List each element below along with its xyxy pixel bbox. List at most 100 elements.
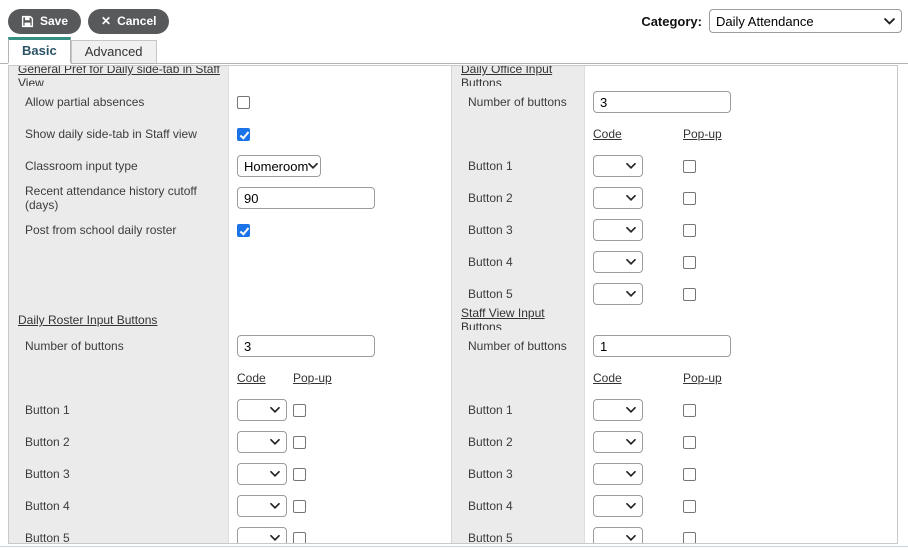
daily-roster-column-headers: Code Pop-up bbox=[9, 362, 451, 394]
daily-office-section-header: Daily Office Input Buttons bbox=[452, 66, 897, 90]
daily-office-button3-popup-checkbox[interactable] bbox=[683, 223, 696, 237]
daily-office-button4-code-select[interactable] bbox=[593, 251, 643, 273]
daily-roster-number-input[interactable] bbox=[237, 335, 375, 357]
daily-office-number-row: Number of buttons bbox=[452, 86, 897, 118]
daily-office-button2-code-select[interactable] bbox=[593, 187, 643, 209]
chevron-down-icon bbox=[270, 407, 280, 413]
daily-roster-button3-popup-checkbox[interactable] bbox=[293, 467, 306, 481]
spacer-row bbox=[9, 246, 451, 310]
chevron-down-icon bbox=[626, 503, 636, 509]
code-column-header: Code bbox=[237, 371, 266, 385]
daily-office-button5-code-select[interactable] bbox=[593, 283, 643, 305]
daily-office-button-row: Button 1 bbox=[452, 150, 897, 182]
daily-roster-section-header: Daily Roster Input Buttons bbox=[9, 310, 451, 330]
staff-view-button4-code-select[interactable] bbox=[593, 495, 643, 517]
staff-view-button1-code-select[interactable] bbox=[593, 399, 643, 421]
daily-office-button2-popup-checkbox[interactable] bbox=[683, 191, 696, 205]
left-column: General Pref for Daily side-tab in Staff… bbox=[9, 66, 452, 543]
chevron-down-icon bbox=[626, 259, 636, 265]
staff-view-button2-popup-checkbox[interactable] bbox=[683, 435, 696, 449]
daily-roster-button1-popup-checkbox[interactable] bbox=[293, 403, 306, 417]
staff-view-button-row: Button 4 bbox=[452, 490, 897, 522]
chevron-down-icon bbox=[626, 439, 636, 445]
tab-bar: Basic Advanced bbox=[0, 37, 908, 64]
daily-office-button4-popup-checkbox[interactable] bbox=[683, 255, 696, 269]
staff-view-button3-popup-checkbox[interactable] bbox=[683, 467, 696, 481]
daily-roster-button2-popup-checkbox[interactable] bbox=[293, 435, 306, 449]
chevron-down-icon bbox=[270, 471, 280, 477]
chevron-down-icon bbox=[626, 407, 636, 413]
chevron-down-icon bbox=[626, 471, 636, 477]
popup-column-header: Pop-up bbox=[683, 371, 722, 385]
field-row-allow-partial-absences: Allow partial absences bbox=[9, 86, 451, 118]
daily-office-button3-code-select[interactable] bbox=[593, 219, 643, 241]
daily-roster-button-row: Button 4 bbox=[9, 490, 451, 522]
daily-office-button-row: Button 2 bbox=[452, 182, 897, 214]
chevron-down-icon bbox=[270, 439, 280, 445]
tab-advanced[interactable]: Advanced bbox=[70, 40, 157, 63]
daily-roster-button-row: Button 2 bbox=[9, 426, 451, 458]
daily-office-button-row: Button 3 bbox=[452, 214, 897, 246]
staff-view-number-row: Number of buttons bbox=[452, 330, 897, 362]
field-row-post-from-roster: Post from school daily roster bbox=[9, 214, 451, 246]
daily-office-button1-code-select[interactable] bbox=[593, 155, 643, 177]
staff-view-button2-code-select[interactable] bbox=[593, 431, 643, 453]
staff-view-button3-code-select[interactable] bbox=[593, 463, 643, 485]
right-column: Daily Office Input Buttons Number of but… bbox=[452, 66, 897, 543]
tab-basic[interactable]: Basic bbox=[8, 37, 71, 64]
staff-view-button-row: Button 3 bbox=[452, 458, 897, 490]
daily-office-button-row: Button 4 bbox=[452, 246, 897, 278]
show-daily-side-tab-checkbox[interactable] bbox=[237, 127, 250, 141]
staff-view-button-row: Button 5 bbox=[452, 522, 897, 543]
staff-view-column-headers: Code Pop-up bbox=[452, 362, 897, 394]
section-title: Daily Roster Input Buttons bbox=[18, 313, 158, 327]
preferences-panel: General Pref for Daily side-tab in Staff… bbox=[8, 65, 898, 544]
popup-column-header: Pop-up bbox=[293, 371, 332, 385]
chevron-down-icon bbox=[270, 535, 280, 541]
history-cutoff-input[interactable] bbox=[237, 187, 375, 209]
category-select[interactable]: Daily Attendance bbox=[709, 9, 902, 33]
cancel-button-label: Cancel bbox=[117, 14, 157, 28]
staff-view-button-row: Button 2 bbox=[452, 426, 897, 458]
chevron-down-icon bbox=[308, 163, 319, 169]
daily-roster-button3-code-select[interactable] bbox=[237, 463, 287, 485]
cancel-button[interactable]: ✕ Cancel bbox=[88, 8, 170, 34]
allow-partial-absences-checkbox[interactable] bbox=[237, 95, 250, 109]
field-row-history-cutoff: Recent attendance history cutoff (days) bbox=[9, 182, 451, 214]
chevron-down-icon bbox=[270, 503, 280, 509]
staff-view-button5-popup-checkbox[interactable] bbox=[683, 531, 696, 543]
staff-view-button4-popup-checkbox[interactable] bbox=[683, 499, 696, 513]
bottom-divider bbox=[0, 546, 908, 547]
category-label: Category: bbox=[641, 13, 702, 29]
staff-view-button5-code-select[interactable] bbox=[593, 527, 643, 543]
code-column-header: Code bbox=[593, 371, 622, 385]
daily-roster-button4-code-select[interactable] bbox=[237, 495, 287, 517]
daily-office-button5-popup-checkbox[interactable] bbox=[683, 287, 696, 301]
daily-roster-button1-code-select[interactable] bbox=[237, 399, 287, 421]
chevron-down-icon bbox=[626, 163, 636, 169]
chevron-down-icon bbox=[626, 535, 636, 541]
field-row-classroom-input-type: Classroom input type Homeroom bbox=[9, 150, 451, 182]
toolbar: Save ✕ Cancel Category: Daily Attendance bbox=[0, 0, 908, 42]
daily-office-column-headers: Code Pop-up bbox=[452, 118, 897, 150]
staff-view-number-input[interactable] bbox=[593, 335, 731, 357]
category-select-value: Daily Attendance bbox=[716, 13, 814, 29]
daily-roster-button4-popup-checkbox[interactable] bbox=[293, 499, 306, 513]
save-button-label: Save bbox=[40, 14, 69, 28]
daily-roster-button2-code-select[interactable] bbox=[237, 431, 287, 453]
classroom-input-type-select[interactable]: Homeroom bbox=[237, 155, 321, 177]
code-column-header: Code bbox=[593, 127, 622, 141]
daily-roster-button5-code-select[interactable] bbox=[237, 527, 287, 543]
daily-roster-button-row: Button 1 bbox=[9, 394, 451, 426]
daily-roster-button-row: Button 5 bbox=[9, 522, 451, 543]
daily-office-number-input[interactable] bbox=[593, 91, 731, 113]
save-button[interactable]: Save bbox=[8, 8, 82, 34]
daily-roster-button5-popup-checkbox[interactable] bbox=[293, 531, 306, 543]
daily-office-button1-popup-checkbox[interactable] bbox=[683, 159, 696, 173]
staff-view-button-row: Button 1 bbox=[452, 394, 897, 426]
daily-roster-button-row: Button 3 bbox=[9, 458, 451, 490]
staff-view-button1-popup-checkbox[interactable] bbox=[683, 403, 696, 417]
post-from-roster-checkbox[interactable] bbox=[237, 223, 250, 237]
staff-view-section-header: Staff View Input Buttons bbox=[452, 306, 897, 334]
chevron-down-icon bbox=[626, 291, 636, 297]
